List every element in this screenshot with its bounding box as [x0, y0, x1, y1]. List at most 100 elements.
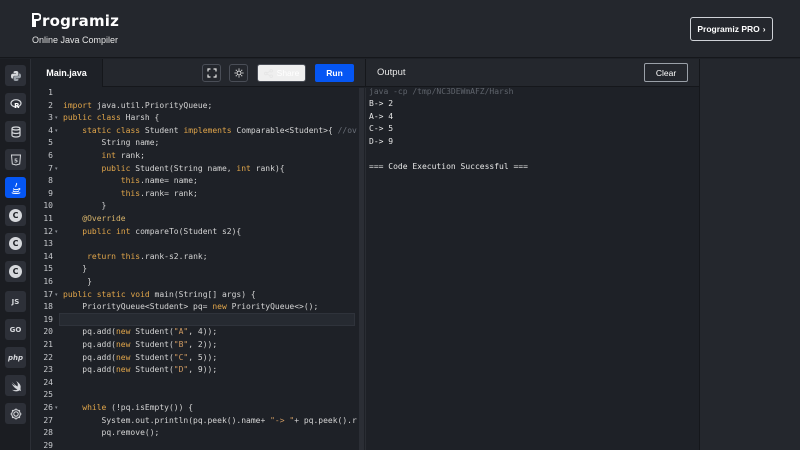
code-line: pq.add(new Student("D", 9)); — [63, 365, 218, 375]
clear-button[interactable]: Clear — [644, 63, 688, 82]
fold-toggle-icon[interactable]: ▾ — [55, 292, 58, 298]
line-number: 24 — [43, 377, 53, 387]
code-line: PriorityQueue<Student> pq= new PriorityQ… — [63, 302, 319, 312]
code-line: pq.remove(); — [63, 428, 160, 438]
language-cpp[interactable]: C — [5, 233, 26, 254]
fold-toggle-icon[interactable]: ▾ — [55, 229, 58, 235]
app-root: rogramiz Online Java Compiler Programiz … — [0, 0, 800, 450]
editor-scrollbar[interactable] — [359, 88, 364, 450]
output-console[interactable]: java -cp /tmp/NC3DEWmAFZ/Harsh B-> 2 A-> … — [365, 87, 699, 450]
output-line: D-> 9 — [369, 136, 394, 146]
code-line: this.name= name; — [120, 176, 198, 186]
line-number: 26 — [43, 403, 53, 412]
editor-scrollbar-thumb[interactable] — [359, 88, 364, 450]
language-c[interactable]: C — [5, 205, 26, 226]
language-python[interactable] — [5, 65, 26, 86]
code-line: String name; — [63, 138, 160, 148]
code-line: } — [63, 277, 92, 286]
js-icon: JS — [11, 297, 20, 306]
line-number: 20 — [43, 327, 53, 337]
fold-toggle-icon[interactable]: ▾ — [55, 166, 58, 172]
code-line: @Override — [82, 214, 126, 223]
line-number: 27 — [43, 415, 53, 425]
line-number: 7 — [48, 163, 53, 173]
code-line: public Student(String name, int rank){ — [101, 163, 285, 173]
rust-icon — [10, 408, 22, 420]
sun-icon — [234, 68, 243, 78]
code-line: import java.util.PriorityQueue; — [63, 100, 213, 110]
fullscreen-icon — [206, 68, 217, 78]
code-line: public int compareTo(Student s2){ — [82, 226, 242, 236]
active-line-highlight — [59, 313, 355, 326]
line-number: 29 — [43, 440, 53, 450]
line-number: 18 — [43, 302, 53, 312]
programiz-pro-label: Programiz PRO — [697, 24, 760, 34]
line-number: 1 — [48, 88, 53, 97]
csharp-icon: C — [9, 265, 22, 278]
line-number: 5 — [48, 138, 53, 148]
output-line: A-> 4 — [369, 111, 394, 121]
code-line: pq.add(new Student("A", 4)); — [63, 327, 218, 337]
share-label: Share — [276, 68, 300, 78]
line-number: 23 — [43, 365, 53, 375]
code-line: pq.add(new Student("B", 2)); — [63, 340, 218, 349]
theme-toggle-button[interactable] — [229, 64, 248, 82]
line-number: 16 — [43, 277, 53, 286]
output-command: java -cp /tmp/NC3DEWmAFZ/Harsh — [369, 87, 514, 96]
code-editor[interactable]: 1 2 3 ▾ 4 ▾ 5 6 7 ▾ 8 9 10 11 12 ▾ 13 14 15 16 17 ▾ 18 19 20 21 22… — [31, 88, 365, 450]
language-java[interactable] — [5, 177, 26, 198]
line-number: 4 — [48, 125, 53, 135]
line-number: 15 — [43, 264, 53, 274]
line-number: 10 — [43, 201, 53, 211]
line-number: 17 — [43, 289, 53, 299]
language-html[interactable]: 5 — [5, 149, 26, 170]
fold-toggle-icon[interactable]: ▾ — [55, 405, 58, 411]
language-rust[interactable] — [5, 403, 26, 424]
editor-toolbar: Main.java Share Run — [31, 59, 365, 87]
language-go[interactable]: GO — [5, 319, 26, 340]
code-line: } — [63, 201, 107, 211]
language-php[interactable]: php — [5, 347, 26, 368]
code-line: System.out.println(pq.peek().name+ "-> "… — [63, 415, 357, 425]
output-toolbar: Output Clear — [365, 59, 699, 87]
code-line: public static void main(String[] args) { — [63, 289, 256, 299]
language-swift[interactable] — [5, 375, 26, 396]
fold-toggle-icon[interactable]: ▾ — [55, 128, 58, 134]
code-line: while (!pq.isEmpty()) { — [82, 403, 194, 412]
output-line: C-> 5 — [369, 124, 394, 134]
programiz-logo[interactable]: rogramiz — [32, 12, 119, 30]
go-icon: GO — [9, 325, 22, 334]
code-line: pq.add(new Student("C", 5)); — [63, 352, 218, 362]
output-title: Output — [377, 67, 406, 78]
line-number-gutter: 1 2 3 ▾ 4 ▾ 5 6 7 ▾ 8 9 10 11 12 ▾ 13 14 15 16 17 ▾ 18 19 20 21 22… — [31, 88, 59, 450]
line-number: 8 — [48, 176, 53, 186]
java-icon — [10, 182, 22, 194]
code-line: return this.rank-s2.rank; — [87, 251, 208, 261]
code-line: int rank; — [101, 151, 145, 160]
swift-icon — [10, 380, 22, 392]
svg-text:R: R — [14, 102, 20, 110]
line-number: 9 — [48, 188, 53, 198]
run-button[interactable]: Run — [315, 64, 354, 82]
language-javascript[interactable]: JS — [5, 291, 26, 312]
programiz-pro-button[interactable]: Programiz PRO › — [690, 17, 773, 41]
fold-toggle-icon[interactable]: ▾ — [55, 115, 58, 121]
page-subtitle: Online Java Compiler — [32, 35, 119, 45]
file-tab-main-java[interactable]: Main.java — [31, 59, 103, 87]
language-sql[interactable] — [5, 121, 26, 142]
share-button[interactable]: Share — [257, 64, 306, 82]
line-number: 14 — [43, 251, 53, 261]
php-icon: php — [7, 353, 23, 362]
fullscreen-button[interactable] — [202, 64, 221, 82]
database-icon — [10, 125, 22, 138]
code-line: public class Harsh { — [63, 113, 160, 123]
r-icon: R — [9, 98, 22, 110]
right-panel — [699, 59, 800, 450]
language-csharp[interactable]: C — [5, 261, 26, 282]
code-line: static class Student implements Comparab… — [82, 125, 357, 135]
logo-text: rogramiz — [42, 12, 120, 30]
language-r[interactable]: R — [5, 93, 26, 114]
programiz-logo-icon — [32, 13, 41, 27]
line-number: 2 — [48, 100, 53, 110]
code-line: } — [63, 264, 88, 274]
